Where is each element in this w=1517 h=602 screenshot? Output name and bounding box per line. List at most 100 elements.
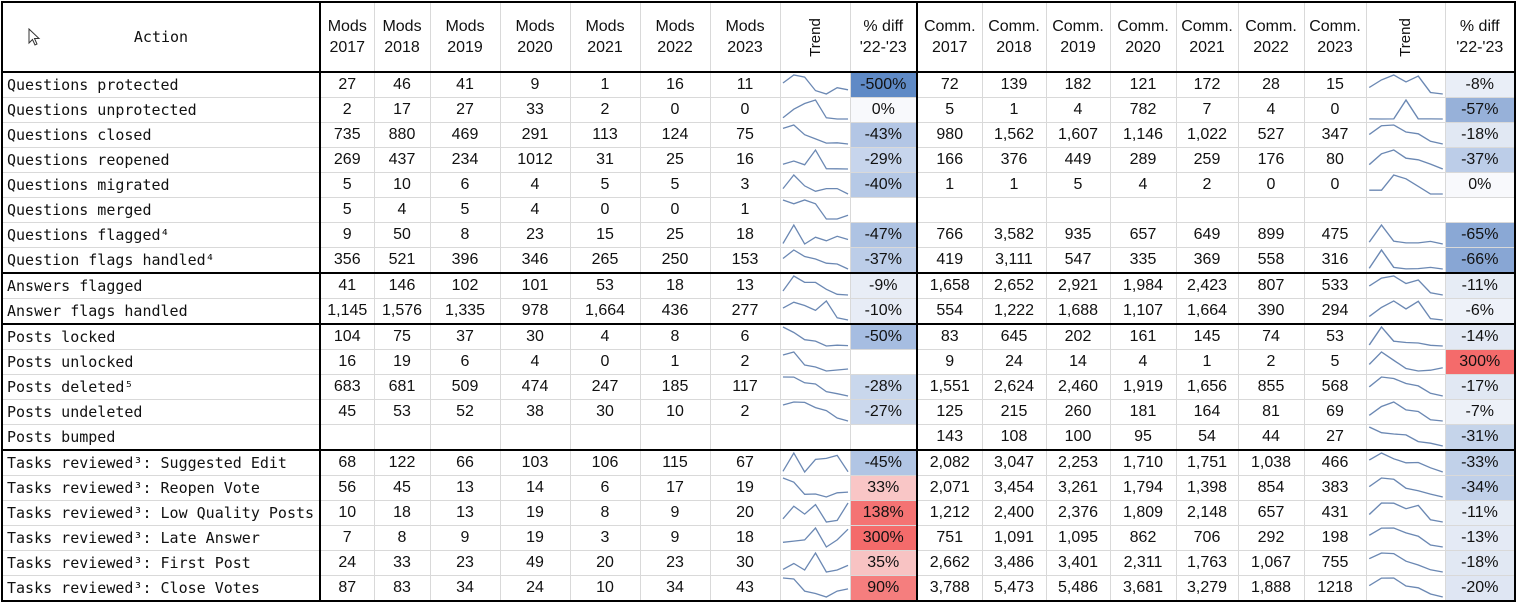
mods-2021-cell[interactable]: 3: [569, 525, 641, 551]
comm-2019-cell[interactable]: 2,921: [1045, 272, 1111, 299]
mods-2023-cell[interactable]: [709, 424, 781, 451]
comm-2021-cell[interactable]: 649: [1175, 222, 1239, 248]
mods-2023-cell[interactable]: 153: [709, 247, 781, 274]
action-cell[interactable]: Posts undeleted: [1, 399, 321, 425]
mods-2021-cell[interactable]: 20: [569, 550, 641, 576]
comm-trend-cell[interactable]: [1365, 97, 1446, 123]
mods-2021-cell[interactable]: 0: [569, 349, 641, 375]
comm-trend-cell[interactable]: [1365, 374, 1446, 400]
mods-2023-cell[interactable]: 117: [709, 374, 781, 400]
comm-2023-cell[interactable]: 0: [1303, 172, 1367, 198]
comm-2021-cell[interactable]: 1,656: [1175, 374, 1239, 400]
comm-2023-cell[interactable]: 53: [1303, 323, 1367, 350]
comm-2019-cell[interactable]: 14: [1045, 349, 1111, 375]
comm-2020-cell[interactable]: 2,311: [1109, 550, 1177, 576]
mods-trend-cell[interactable]: [779, 222, 851, 248]
comm-pct-diff-cell[interactable]: [1444, 197, 1516, 223]
comm-pct-diff-cell[interactable]: -7%: [1444, 399, 1516, 425]
mods-trend-cell[interactable]: [779, 197, 851, 223]
mods-trend-cell[interactable]: [779, 122, 851, 148]
comm-2021-cell[interactable]: 2: [1175, 172, 1239, 198]
comm-2022-cell[interactable]: 292: [1237, 525, 1305, 551]
mods-2017-cell[interactable]: 56: [319, 475, 375, 501]
mods-2018-cell[interactable]: 50: [373, 222, 431, 248]
mods-2023-cell[interactable]: 30: [709, 550, 781, 576]
mods-2022-cell[interactable]: 124: [639, 122, 711, 148]
mods-2022-cell[interactable]: 0: [639, 197, 711, 223]
mods-2018-cell[interactable]: 17: [373, 97, 431, 123]
comm-2023-cell[interactable]: 0: [1303, 97, 1367, 123]
mods-2019-cell[interactable]: 6: [429, 172, 501, 198]
action-cell[interactable]: Questions merged: [1, 197, 321, 223]
comm-2017-cell[interactable]: 2,071: [916, 475, 983, 501]
mods-2022-cell[interactable]: 185: [639, 374, 711, 400]
mods-2019-cell[interactable]: 6: [429, 349, 501, 375]
column-header-comm-2019[interactable]: Comm. 2019: [1045, 1, 1111, 73]
comm-2021-cell[interactable]: 2,423: [1175, 272, 1239, 299]
comm-2019-cell[interactable]: 449: [1045, 147, 1111, 173]
comm-trend-cell[interactable]: [1365, 475, 1446, 501]
comm-2019-cell[interactable]: 5,486: [1045, 575, 1111, 602]
comm-pct-diff-cell[interactable]: -37%: [1444, 147, 1516, 173]
mods-pct-diff-cell[interactable]: 35%: [849, 550, 918, 576]
comm-2022-cell[interactable]: 1,888: [1237, 575, 1305, 602]
comm-2018-cell[interactable]: 3,111: [981, 247, 1047, 274]
comm-2020-cell[interactable]: 289: [1109, 147, 1177, 173]
comm-2017-cell[interactable]: 1,551: [916, 374, 983, 400]
mods-2019-cell[interactable]: 52: [429, 399, 501, 425]
comm-trend-cell[interactable]: [1365, 172, 1446, 198]
comm-2019-cell[interactable]: 4: [1045, 97, 1111, 123]
comm-2020-cell[interactable]: 4: [1109, 172, 1177, 198]
comm-2019-cell[interactable]: 260: [1045, 399, 1111, 425]
comm-2021-cell[interactable]: [1175, 197, 1239, 223]
comm-2019-cell[interactable]: 547: [1045, 247, 1111, 274]
comm-2019-cell[interactable]: 182: [1045, 71, 1111, 98]
comm-2019-cell[interactable]: 202: [1045, 323, 1111, 350]
mods-trend-cell[interactable]: [779, 298, 851, 325]
mods-2020-cell[interactable]: 291: [499, 122, 571, 148]
comm-trend-cell[interactable]: [1365, 222, 1446, 248]
mods-2018-cell[interactable]: 521: [373, 247, 431, 274]
comm-2021-cell[interactable]: 1,763: [1175, 550, 1239, 576]
comm-2021-cell[interactable]: 2,148: [1175, 500, 1239, 526]
comm-2023-cell[interactable]: 80: [1303, 147, 1367, 173]
action-cell[interactable]: Tasks reviewed³: First Post: [1, 550, 321, 576]
comm-2020-cell[interactable]: 4: [1109, 349, 1177, 375]
mods-2022-cell[interactable]: 250: [639, 247, 711, 274]
comm-2021-cell[interactable]: 1,751: [1175, 449, 1239, 476]
comm-2022-cell[interactable]: 4: [1237, 97, 1305, 123]
mods-pct-diff-cell[interactable]: -27%: [849, 399, 918, 425]
action-cell[interactable]: Posts deleted⁵: [1, 374, 321, 400]
action-cell[interactable]: Questions flagged⁴: [1, 222, 321, 248]
mods-2020-cell[interactable]: 346: [499, 247, 571, 274]
mods-2022-cell[interactable]: 1: [639, 349, 711, 375]
mods-2022-cell[interactable]: 9: [639, 525, 711, 551]
mods-trend-cell[interactable]: [779, 374, 851, 400]
comm-2023-cell[interactable]: 568: [1303, 374, 1367, 400]
mods-2022-cell[interactable]: 17: [639, 475, 711, 501]
comm-2017-cell[interactable]: 125: [916, 399, 983, 425]
comm-2017-cell[interactable]: 9: [916, 349, 983, 375]
comm-trend-cell[interactable]: [1365, 525, 1446, 551]
mods-2022-cell[interactable]: 5: [639, 172, 711, 198]
mods-2023-cell[interactable]: 16: [709, 147, 781, 173]
comm-2018-cell[interactable]: 2,624: [981, 374, 1047, 400]
comm-trend-cell[interactable]: [1365, 298, 1446, 325]
mods-2017-cell[interactable]: 16: [319, 349, 375, 375]
comm-2017-cell[interactable]: 554: [916, 298, 983, 325]
mods-2021-cell[interactable]: 8: [569, 500, 641, 526]
comm-2021-cell[interactable]: 145: [1175, 323, 1239, 350]
comm-2018-cell[interactable]: 3,454: [981, 475, 1047, 501]
column-header-comm-trend[interactable]: Trend: [1365, 1, 1446, 73]
mods-2018-cell[interactable]: 33: [373, 550, 431, 576]
mods-2020-cell[interactable]: 19: [499, 525, 571, 551]
comm-2022-cell[interactable]: 527: [1237, 122, 1305, 148]
mods-pct-diff-cell[interactable]: 138%: [849, 500, 918, 526]
action-cell[interactable]: Answers flagged: [1, 272, 321, 299]
mods-2021-cell[interactable]: 1,664: [569, 298, 641, 325]
comm-2022-cell[interactable]: 899: [1237, 222, 1305, 248]
action-cell[interactable]: Questions unprotected: [1, 97, 321, 123]
column-header-comm-2020[interactable]: Comm. 2020: [1109, 1, 1177, 73]
mods-2021-cell[interactable]: 265: [569, 247, 641, 274]
column-header-mods-2020[interactable]: Mods 2020: [499, 1, 571, 73]
